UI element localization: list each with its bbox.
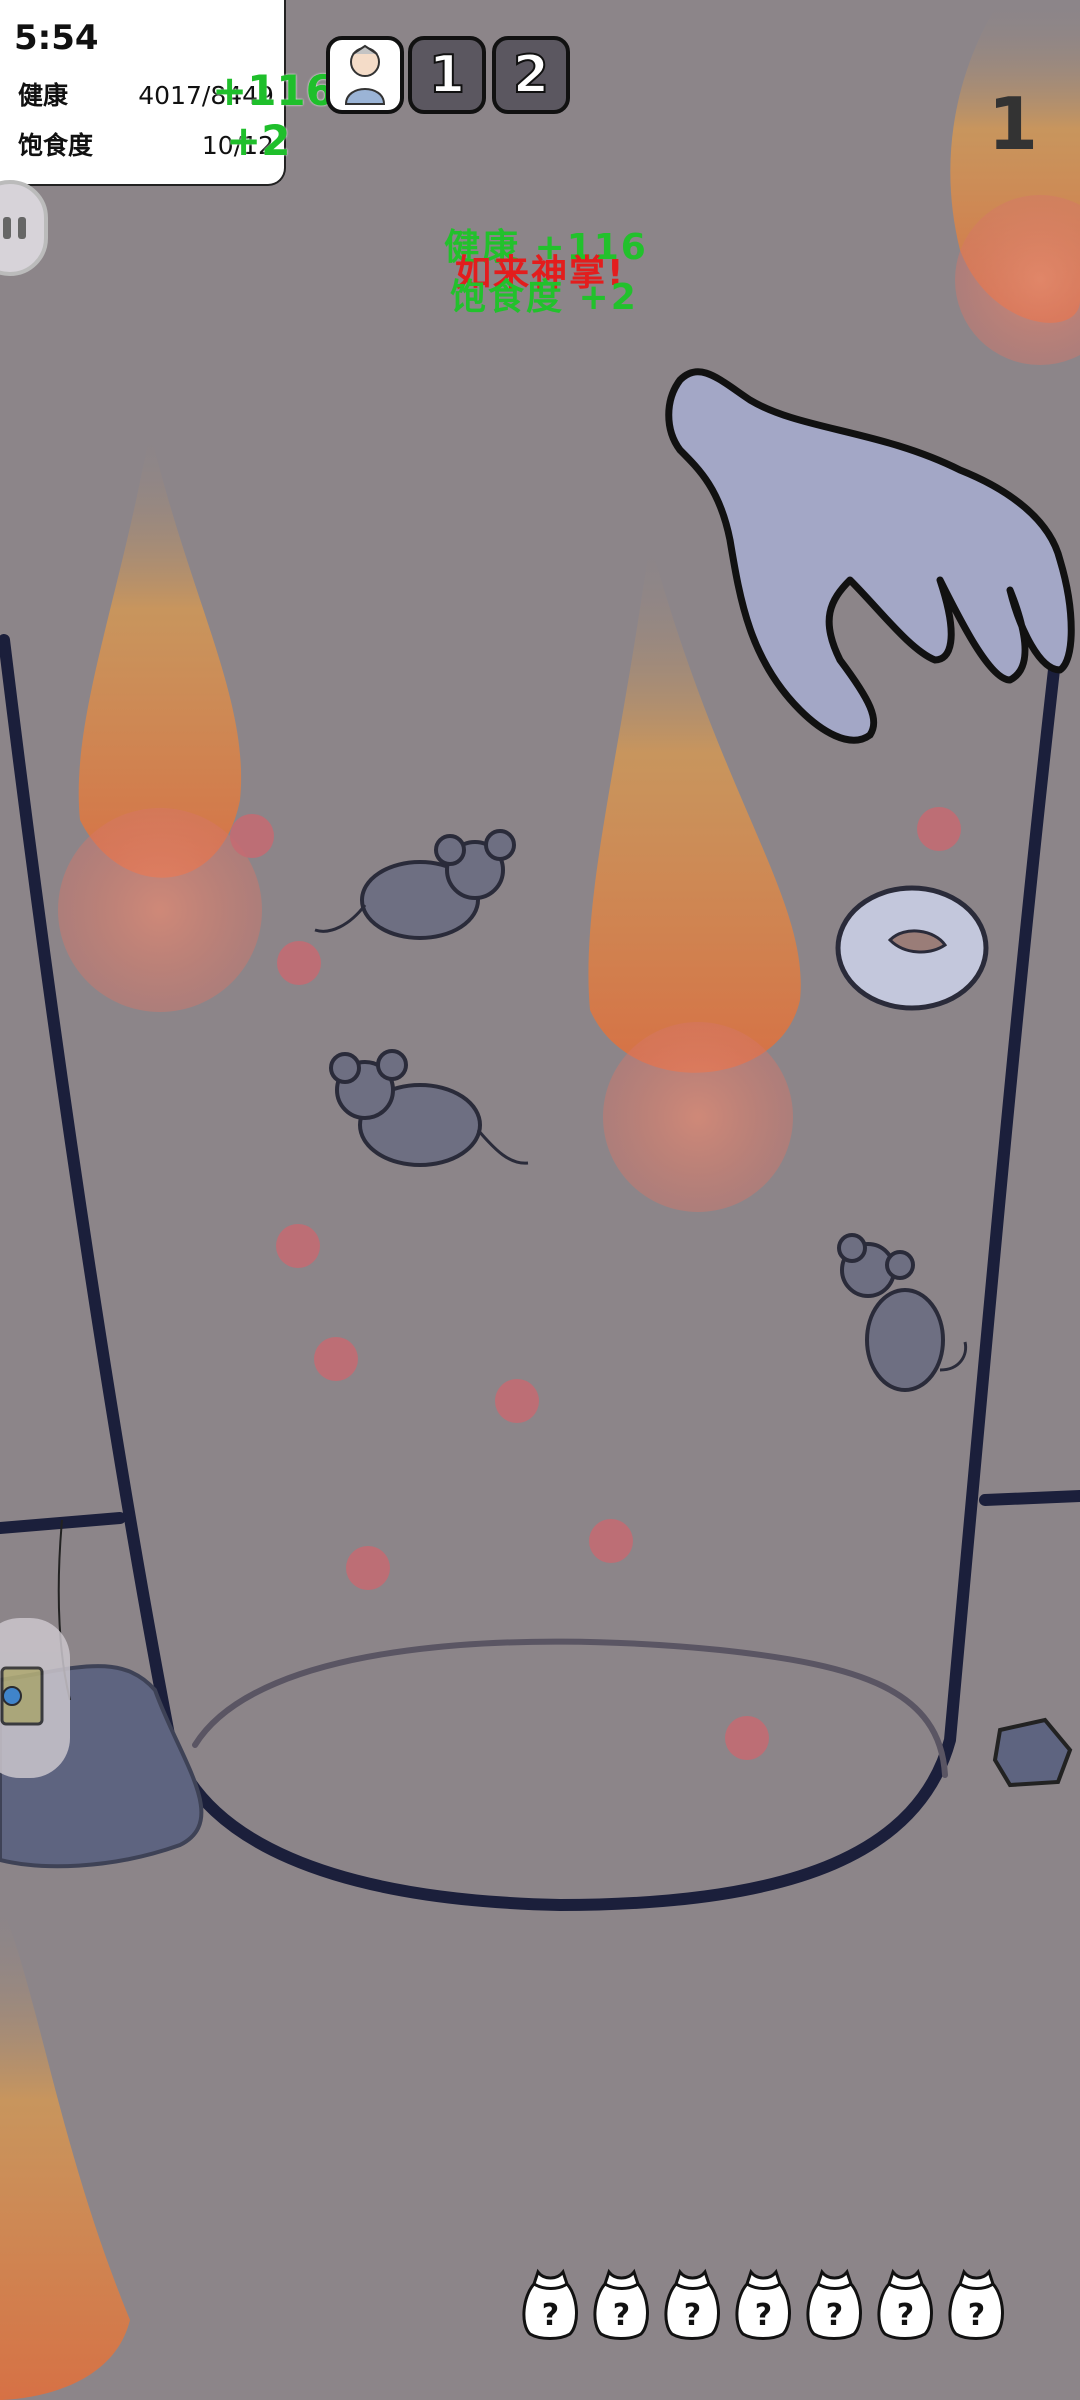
bag-question-mark: ? <box>896 2298 915 2333</box>
bag-question-mark: ? <box>541 2298 560 2333</box>
round-number: 1 <box>987 82 1038 166</box>
character-slot-1[interactable]: 1 <box>408 36 486 114</box>
mystery-bag[interactable]: ? <box>520 2266 581 2340</box>
satiety-gain: +2 <box>226 116 291 165</box>
mystery-bag-row: ??????? <box>520 2266 1007 2340</box>
game-scene <box>0 0 1080 2400</box>
satiety-label: 饱食度 <box>18 131 94 160</box>
rat-3 <box>837 1233 968 1392</box>
mystery-bag[interactable]: ? <box>591 2266 652 2340</box>
slot-1-number: 1 <box>428 44 466 106</box>
item-box-icon <box>0 1666 44 1726</box>
mystery-bag[interactable]: ? <box>662 2266 723 2340</box>
bag-question-mark: ? <box>825 2298 844 2333</box>
red-dot <box>917 807 961 851</box>
pause-icon <box>3 217 26 239</box>
mystery-bag[interactable]: ? <box>733 2266 794 2340</box>
health-label: 健康 <box>18 81 69 110</box>
donut-item <box>835 885 989 1011</box>
rock-right <box>992 1717 1073 1788</box>
mystery-bag[interactable]: ? <box>875 2266 936 2340</box>
slot-2-number: 2 <box>512 44 550 106</box>
character-slot-current[interactable] <box>326 36 404 114</box>
mystery-bag[interactable]: ? <box>804 2266 865 2340</box>
fireball-left <box>58 430 262 1012</box>
bag-question-mark: ? <box>612 2298 631 2333</box>
health-gain: +116 <box>212 66 335 115</box>
red-dot <box>277 941 321 985</box>
mystery-bag[interactable]: ? <box>946 2266 1007 2340</box>
bag-question-mark: ? <box>683 2298 702 2333</box>
red-dot <box>346 1546 390 1590</box>
red-dot <box>725 1716 769 1760</box>
red-dot <box>495 1379 539 1423</box>
rat-2 <box>329 1049 529 1167</box>
fireball-topright <box>950 0 1080 365</box>
rat-1 <box>314 829 516 940</box>
item-side-button[interactable] <box>0 1618 70 1778</box>
bag-question-mark: ? <box>967 2298 986 2333</box>
red-dot <box>314 1337 358 1381</box>
bag-question-mark: ? <box>754 2298 773 2333</box>
character-slot-2[interactable]: 2 <box>492 36 570 114</box>
red-dot <box>276 1224 320 1268</box>
red-dot <box>230 814 274 858</box>
red-dot <box>589 1519 633 1563</box>
fireball-bottomleft <box>0 1900 130 2400</box>
game-stage[interactable]: 5:54 健康 4017/8449 饱食度 10/12 +116 +2 1 2 … <box>0 0 1080 2400</box>
popup-satiety-gain: 饱食度 +2 <box>450 277 638 318</box>
palm-hand <box>665 368 1075 744</box>
monk-avatar-icon <box>344 44 386 105</box>
game-timer: 5:54 <box>14 18 99 58</box>
